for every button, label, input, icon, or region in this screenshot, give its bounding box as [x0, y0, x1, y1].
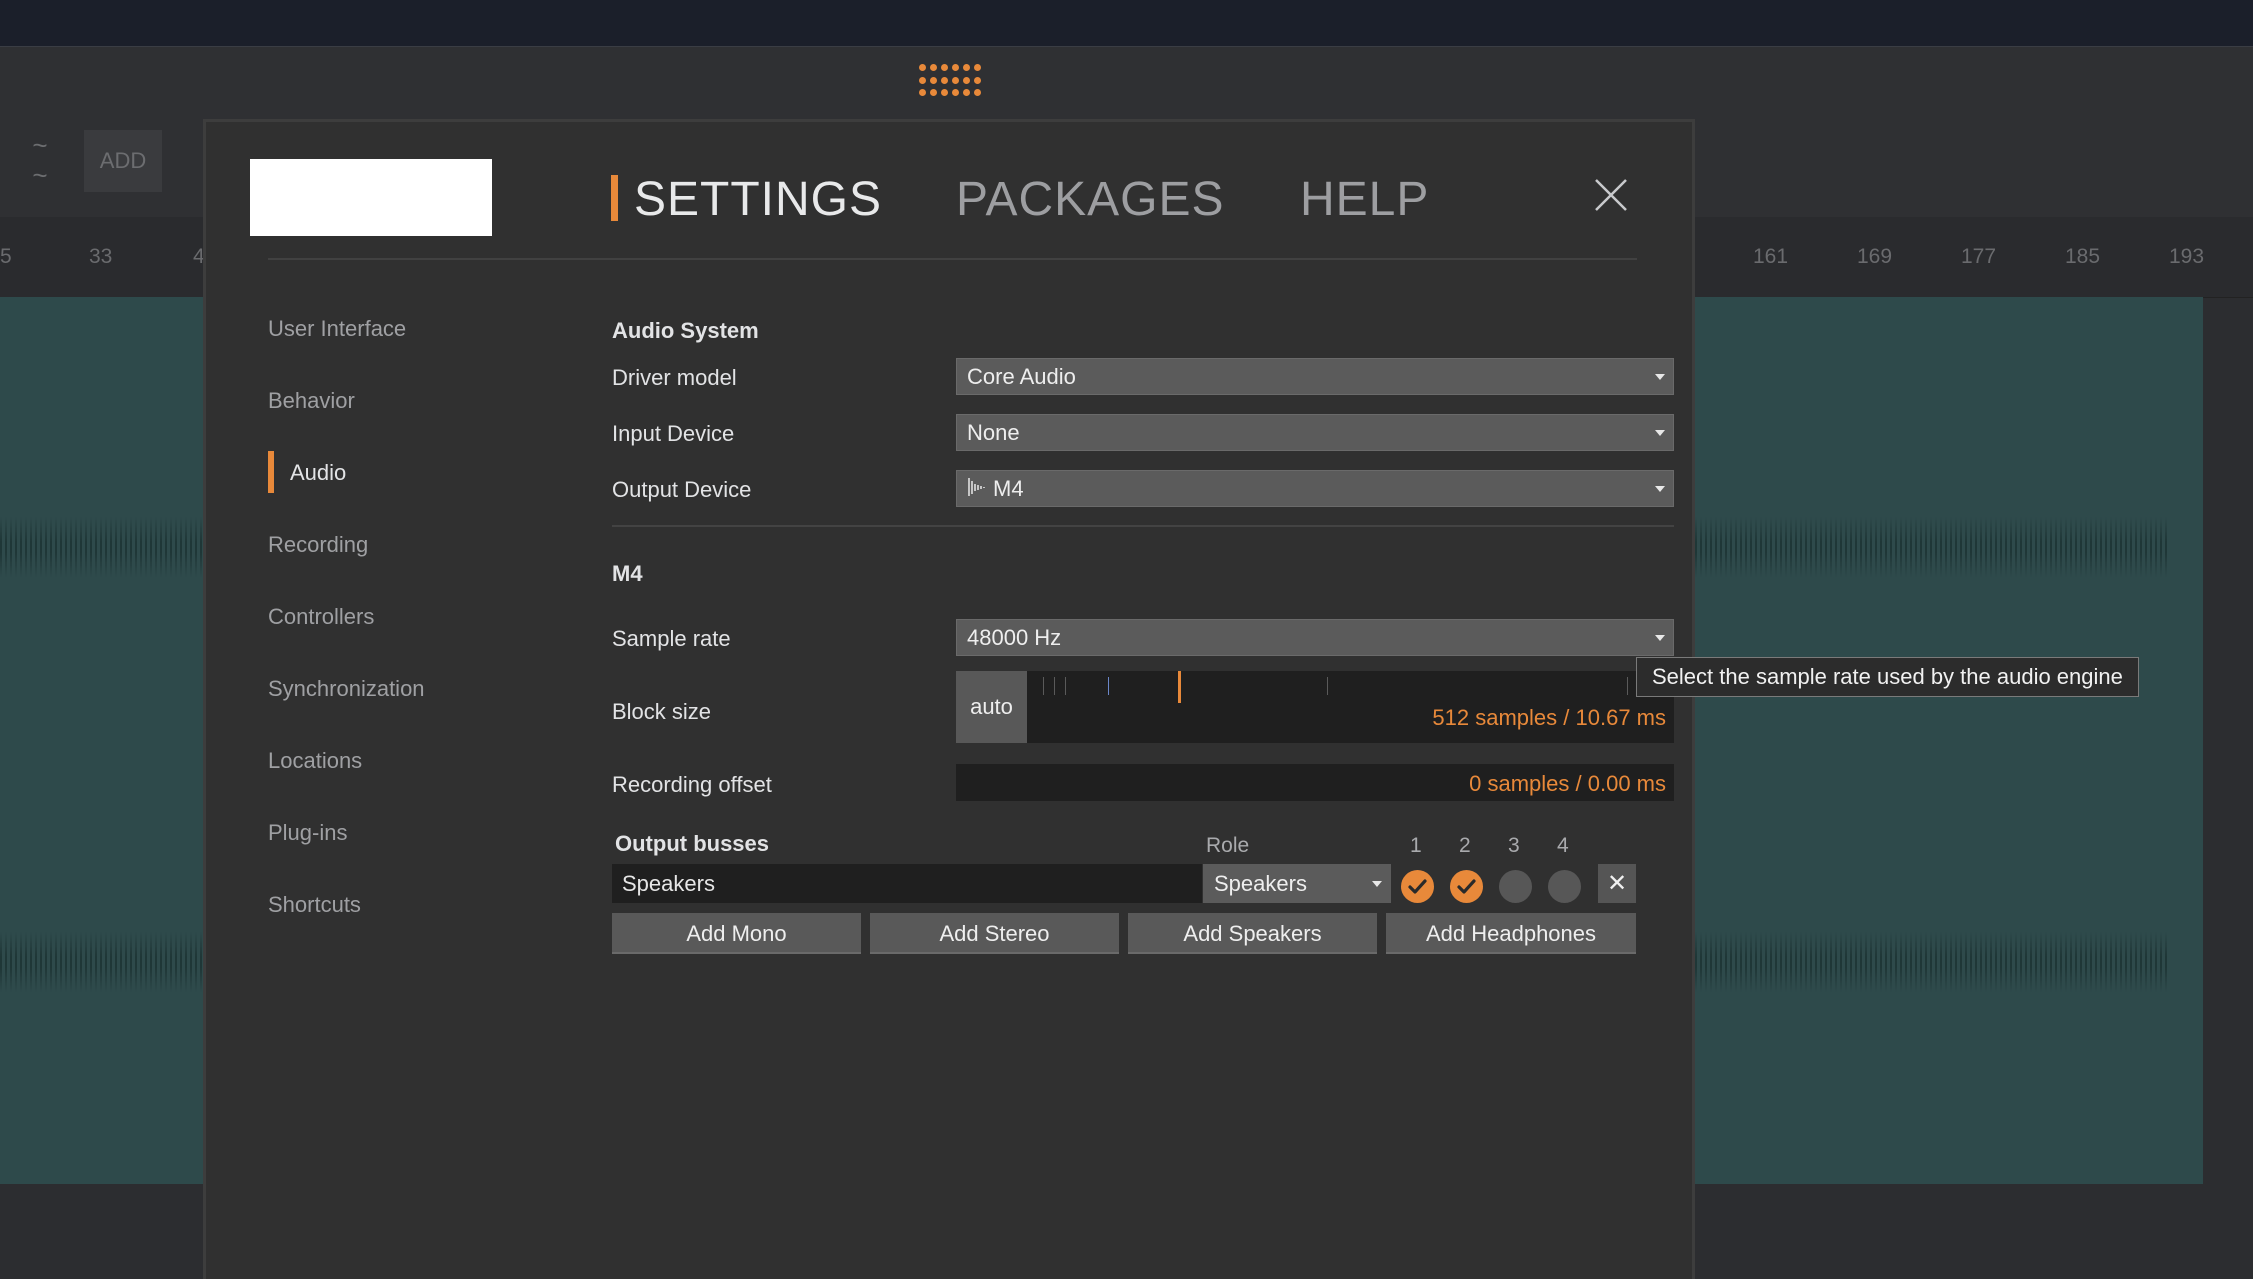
sidebar-item-user-interface[interactable]: User Interface	[268, 316, 406, 342]
channel-1-toggle[interactable]	[1401, 870, 1434, 903]
block-size-tick	[1065, 677, 1066, 695]
section-divider	[612, 525, 1674, 527]
add-mono-button[interactable]: Add Mono	[612, 913, 861, 954]
recording-offset-value: 0 samples / 0.00 ms	[1469, 771, 1666, 796]
driver-model-select[interactable]: Core Audio	[956, 358, 1674, 395]
output-device-select[interactable]: M4	[956, 470, 1674, 507]
block-size-tick	[1054, 677, 1055, 695]
audio-device-icon	[967, 473, 989, 508]
block-size-handle[interactable]	[1178, 671, 1181, 703]
chevron-down-icon	[1655, 486, 1665, 492]
sidebar-item-controllers[interactable]: Controllers	[268, 604, 374, 630]
channel-2-header: 2	[1459, 834, 1471, 857]
ruler-tick: 33	[89, 245, 113, 268]
block-size-slider[interactable]: auto 512 samples / 10.67 ms	[956, 671, 1674, 743]
sample-rate-tooltip: Select the sample rate used by the audio…	[1636, 657, 2139, 697]
active-tab-indicator	[611, 175, 618, 221]
bus-role-select[interactable]: Speakers	[1203, 864, 1391, 903]
role-column-header: Role	[1206, 834, 1250, 857]
sidebar-item-synchronization[interactable]: Synchronization	[268, 676, 425, 702]
output-device-label: Output Device	[612, 477, 752, 502]
sidebar-item-plug-ins[interactable]: Plug-ins	[268, 820, 347, 846]
output-busses-heading: Output busses	[615, 831, 770, 856]
bus-name-field[interactable]: Speakers	[612, 864, 1202, 903]
ruler-tick: 193	[2169, 245, 2205, 268]
channel-4-toggle[interactable]	[1548, 870, 1581, 903]
input-device-label: Input Device	[612, 421, 735, 446]
add-headphones-button[interactable]: Add Headphones	[1386, 913, 1636, 954]
checkmark-icon	[1408, 879, 1427, 894]
header-divider	[268, 258, 1637, 260]
output-device-value: M4	[993, 476, 1024, 501]
active-nav-indicator	[268, 451, 274, 493]
chevron-down-icon	[1655, 430, 1665, 436]
block-size-tick	[1627, 677, 1628, 695]
sidebar-item-behavior[interactable]: Behavior	[268, 388, 355, 414]
block-size-tick	[1327, 677, 1328, 695]
sidebar-item-shortcuts[interactable]: Shortcuts	[268, 892, 361, 918]
block-size-value: 512 samples / 10.67 ms	[1432, 705, 1666, 730]
recording-offset-field[interactable]: 0 samples / 0.00 ms	[956, 764, 1674, 801]
sidebar-item-locations[interactable]: Locations	[268, 748, 362, 774]
ruler-tick: 5	[0, 245, 12, 268]
tab-settings[interactable]: SETTINGS	[634, 172, 882, 227]
tab-help[interactable]: HELP	[1300, 172, 1429, 227]
channel-3-header: 3	[1508, 834, 1520, 857]
device-heading: M4	[612, 561, 643, 586]
settings-dialog: SETTINGS PACKAGES HELP User Interface Be…	[203, 119, 1695, 1279]
input-device-value: None	[967, 420, 1020, 445]
input-device-select[interactable]: None	[956, 414, 1674, 451]
sidebar-item-audio[interactable]: Audio	[290, 460, 346, 486]
tab-packages[interactable]: PACKAGES	[956, 172, 1225, 227]
sample-rate-label: Sample rate	[612, 626, 731, 651]
channel-4-header: 4	[1557, 834, 1569, 857]
channel-3-toggle[interactable]	[1499, 870, 1532, 903]
checkmark-icon	[1457, 879, 1476, 894]
chevron-down-icon	[1372, 881, 1382, 887]
block-size-label: Block size	[612, 699, 712, 724]
sample-rate-value: 48000 Hz	[967, 625, 1062, 650]
ruler-tick: 185	[2065, 245, 2101, 268]
brand-logo	[250, 159, 492, 236]
sidebar-item-recording[interactable]: Recording	[268, 532, 368, 558]
ruler-tick: 169	[1857, 245, 1893, 268]
add-speakers-button[interactable]: Add Speakers	[1128, 913, 1377, 954]
ruler-tick: 177	[1961, 245, 1997, 268]
add-stereo-button[interactable]: Add Stereo	[870, 913, 1119, 954]
block-size-tick	[1043, 677, 1044, 695]
block-size-tick	[1108, 677, 1109, 695]
driver-model-label: Driver model	[612, 365, 737, 390]
channel-1-header: 1	[1410, 834, 1422, 857]
audio-system-heading: Audio System	[612, 318, 759, 343]
remove-bus-button[interactable]: ✕	[1598, 864, 1636, 903]
waveform-icon[interactable]: ~ ~	[20, 130, 60, 192]
sample-rate-select[interactable]: 48000 Hz	[956, 619, 1674, 656]
chevron-down-icon	[1655, 374, 1665, 380]
recording-offset-label: Recording offset	[612, 772, 772, 797]
ruler-tick: 161	[1753, 245, 1789, 268]
driver-model-value: Core Audio	[967, 364, 1076, 389]
app-title-bar	[0, 0, 2253, 47]
bus-role-value: Speakers	[1214, 871, 1307, 896]
close-icon[interactable]	[1592, 176, 1630, 214]
app-logo-icon	[918, 64, 982, 98]
block-size-auto-button[interactable]: auto	[956, 671, 1027, 743]
add-button[interactable]: ADD	[84, 130, 162, 192]
channel-2-toggle[interactable]	[1450, 870, 1483, 903]
chevron-down-icon	[1655, 635, 1665, 641]
